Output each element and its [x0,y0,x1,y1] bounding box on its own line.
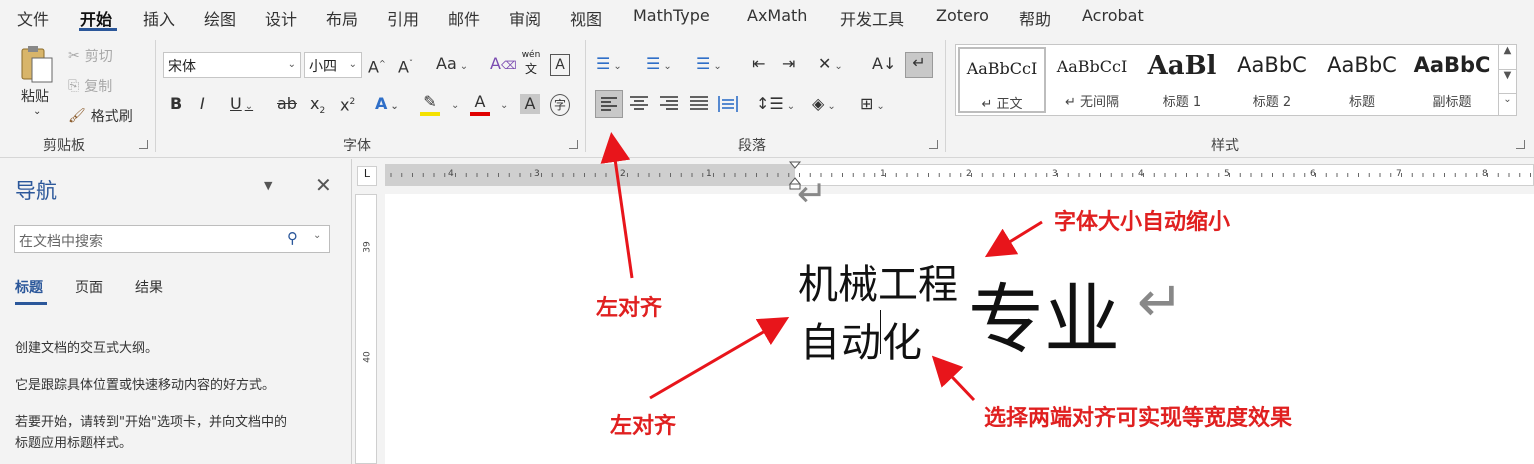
annotation-arrows [600,132,1043,402]
arrow-font-shrink [984,220,1043,258]
arrow-left-align-2 [649,316,790,400]
arrow-justify [931,355,976,402]
annotation-font-shrink: 字体大小自动缩小 [1054,209,1231,235]
arrow-left-align-1 [600,132,634,279]
annotation-justify: 选择两端对齐可实现等宽度效果 [984,405,1293,431]
annotation-left-align: 左对齐 [610,413,677,439]
annotation-left-align: 左对齐 [596,295,663,321]
